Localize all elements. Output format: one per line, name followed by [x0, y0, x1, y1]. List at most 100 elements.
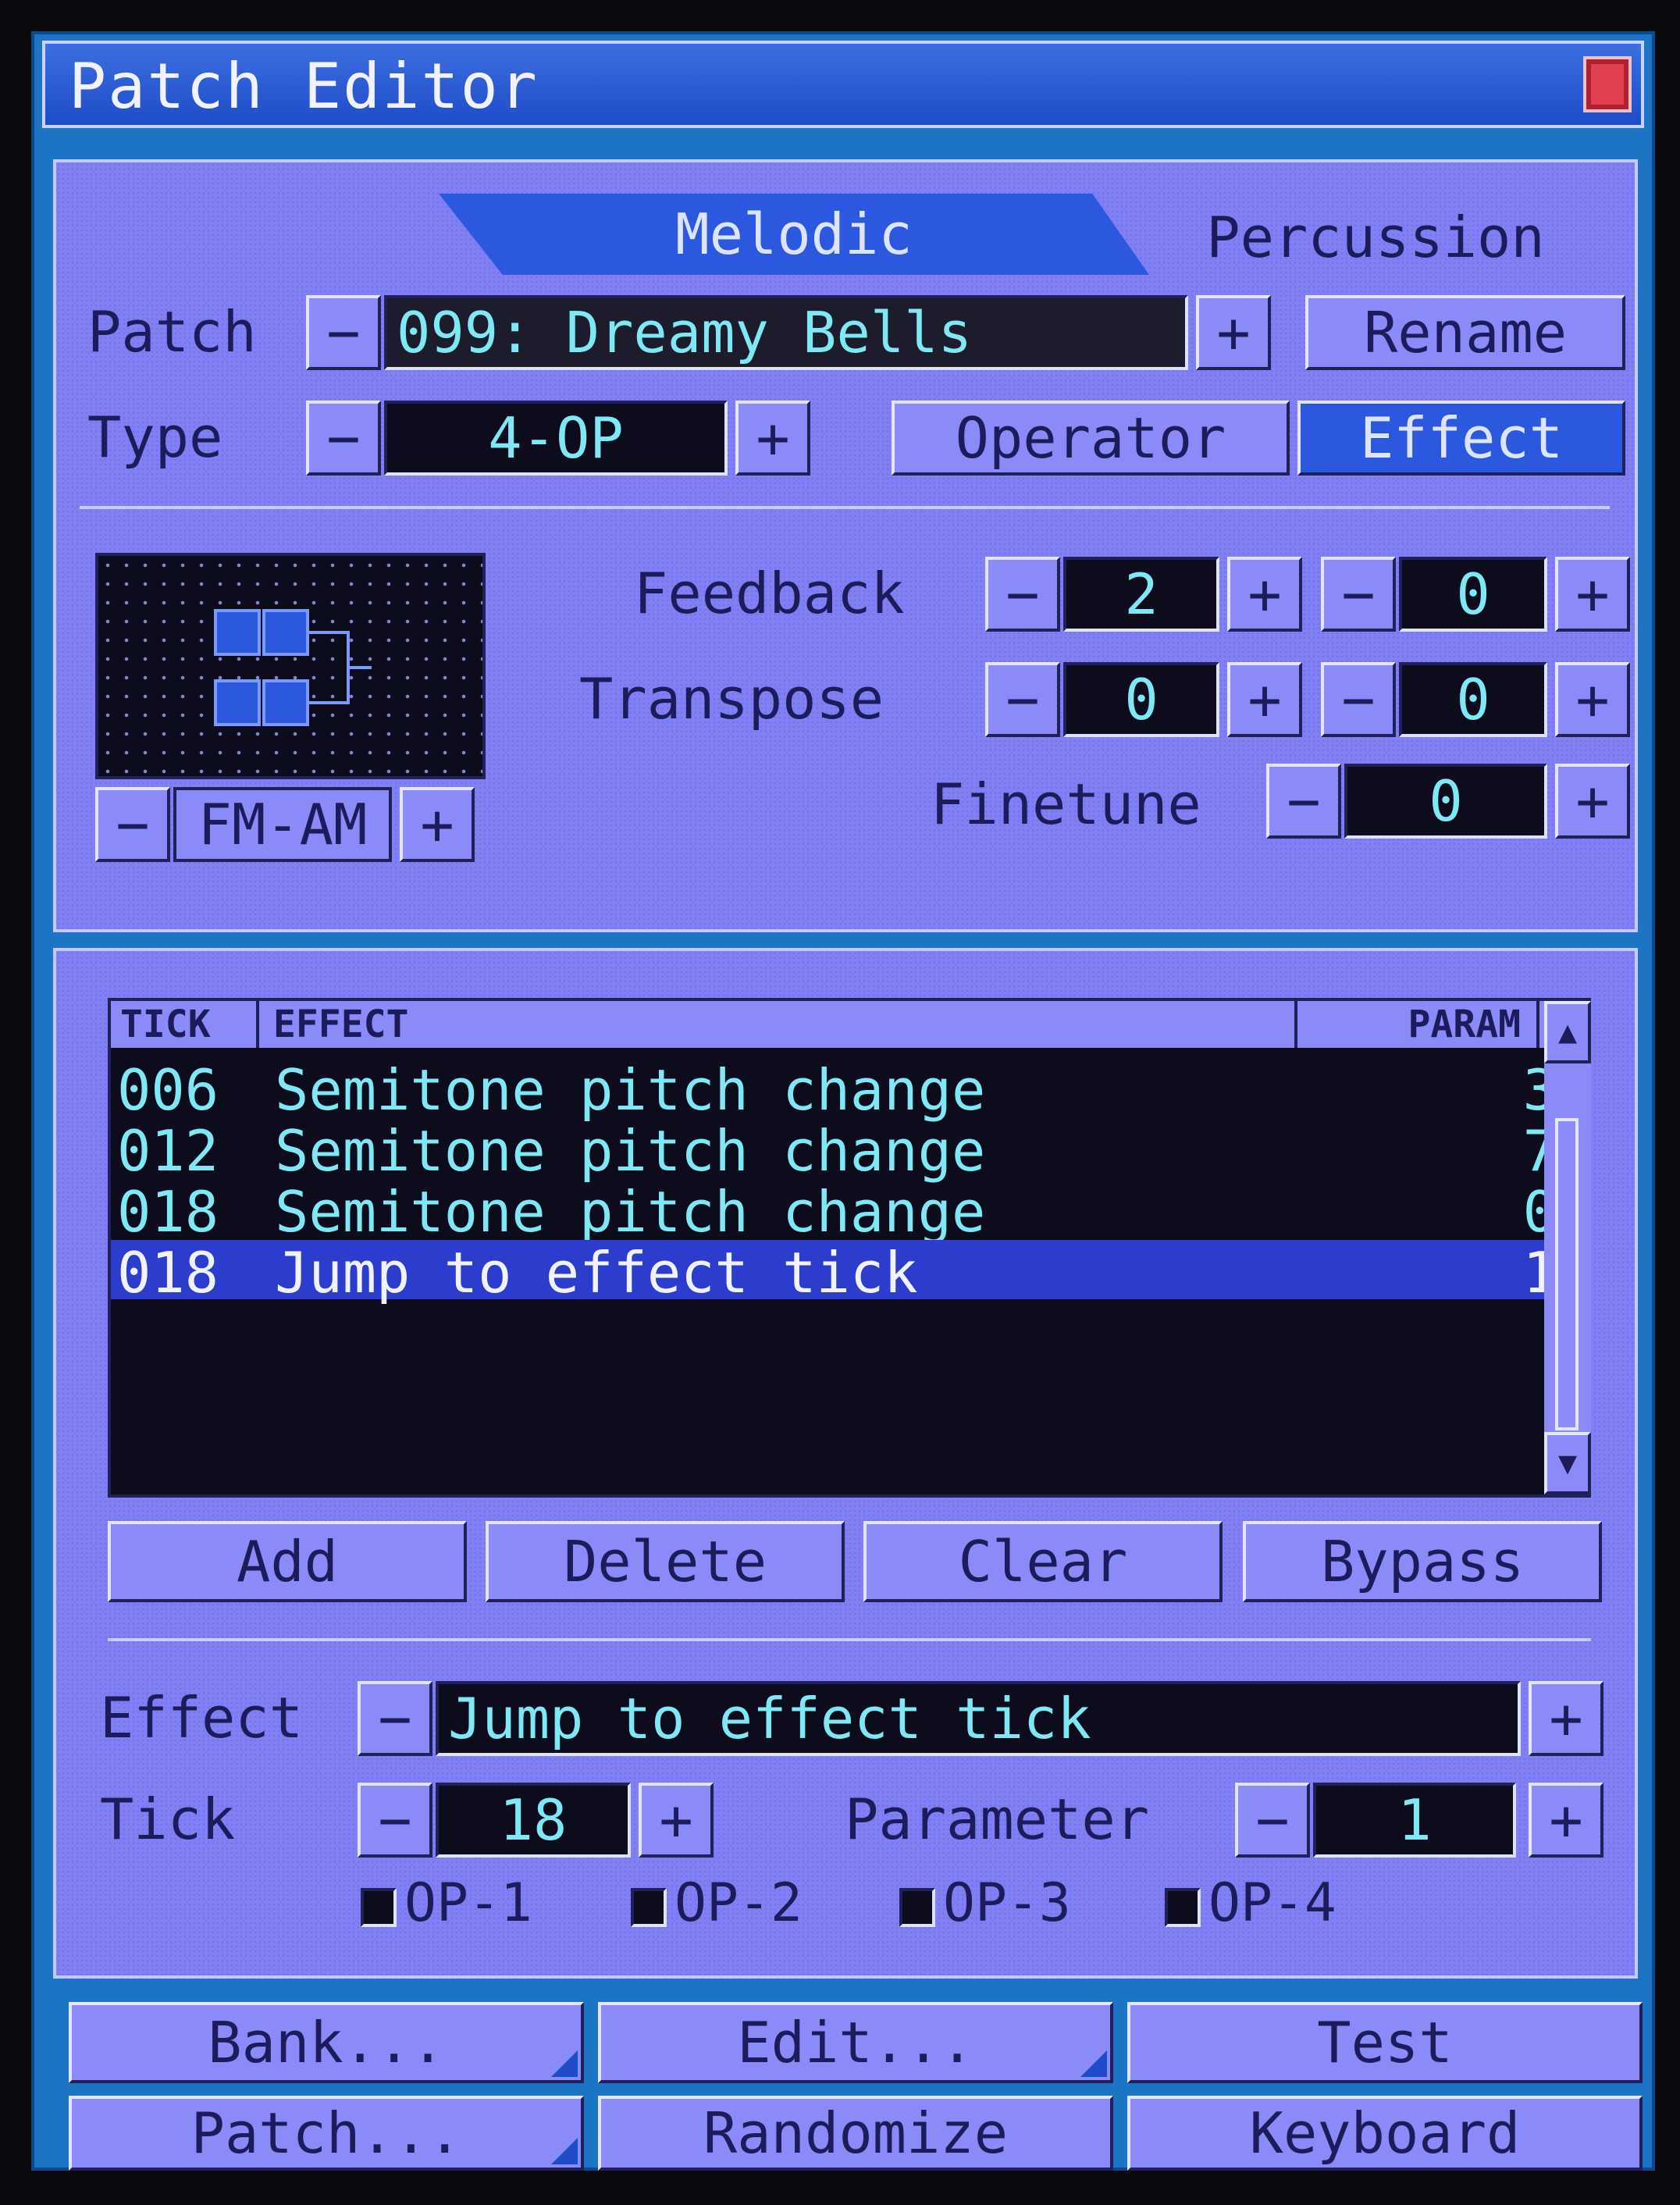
feedback1-field: 2: [1063, 557, 1219, 632]
effects-panel: TICK EFFECT PARAM 006 Semitone pitch chan…: [53, 948, 1638, 1979]
divider: [80, 506, 1610, 509]
feedback1-increment-button[interactable]: +: [1227, 557, 1302, 632]
effect-row[interactable]: 018 Semitone pitch change 0: [111, 1179, 1563, 1245]
feedback2-field: 0: [1399, 557, 1547, 632]
tab-melodic-label: Melodic: [675, 201, 913, 267]
scroll-track[interactable]: [1555, 1118, 1579, 1430]
keyboard-button[interactable]: Keyboard: [1127, 2096, 1643, 2171]
tick-increment-button[interactable]: +: [639, 1783, 714, 1858]
column-header-param[interactable]: PARAM: [1297, 1001, 1539, 1048]
patch-name-field[interactable]: 099: Dreamy Bells: [384, 295, 1188, 370]
effects-list[interactable]: TICK EFFECT PARAM 006 Semitone pitch chan…: [108, 998, 1591, 1498]
row-effect: Semitone pitch change: [275, 1179, 986, 1245]
effect-decrement-button[interactable]: −: [358, 1681, 432, 1756]
effect-increment-button[interactable]: +: [1529, 1681, 1603, 1756]
column-header-tick[interactable]: TICK: [111, 1001, 259, 1048]
op1-checkbox[interactable]: [361, 1888, 397, 1927]
submenu-corner-icon: [1080, 2050, 1107, 2077]
patch-label: Patch: [87, 299, 257, 365]
divider: [108, 1638, 1591, 1641]
tick-field: 18: [436, 1783, 631, 1858]
tab-percussion[interactable]: Percussion: [1118, 200, 1633, 275]
effect-button[interactable]: Effect: [1297, 401, 1625, 476]
op4-checkbox[interactable]: [1165, 1888, 1201, 1927]
transpose1-field: 0: [1063, 662, 1219, 737]
test-button[interactable]: Test: [1127, 2002, 1643, 2083]
effect-row-selected[interactable]: 018 Jump to effect tick 1: [111, 1240, 1563, 1306]
tick-decrement-button[interactable]: −: [358, 1783, 432, 1858]
type-increment-button[interactable]: +: [735, 401, 810, 476]
row-tick: 018: [117, 1240, 219, 1306]
feedback2-increment-button[interactable]: +: [1555, 557, 1630, 632]
row-tick: 018: [117, 1179, 219, 1245]
transpose2-field: 0: [1399, 662, 1547, 737]
feedback2-decrement-button[interactable]: −: [1321, 557, 1396, 632]
arrow-down-icon: ▼: [1557, 1445, 1578, 1481]
delete-button[interactable]: Delete: [486, 1521, 845, 1602]
bypass-button[interactable]: Bypass: [1243, 1521, 1602, 1602]
clear-button[interactable]: Clear: [863, 1521, 1223, 1602]
type-decrement-button[interactable]: −: [306, 401, 381, 476]
edit-label: Edit...: [737, 2010, 974, 2075]
add-button[interactable]: Add: [108, 1521, 467, 1602]
algorithm-display: [95, 553, 486, 779]
algorithm-value-field: FM-AM: [173, 787, 392, 862]
submenu-corner-icon: [551, 2138, 578, 2164]
effect-row[interactable]: 006 Semitone pitch change 3: [111, 1057, 1563, 1123]
op3-checkbox[interactable]: [899, 1888, 935, 1927]
title-bar[interactable]: Patch Editor: [42, 41, 1644, 128]
op1-label: OP-1: [404, 1872, 532, 1934]
op3-label: OP-3: [943, 1872, 1071, 1934]
transpose2-increment-button[interactable]: +: [1555, 662, 1630, 737]
patch-decrement-button[interactable]: −: [306, 295, 381, 370]
bank-label: Bank...: [208, 2010, 445, 2075]
rename-button[interactable]: Rename: [1305, 295, 1625, 370]
transpose-label: Transpose: [579, 666, 884, 732]
finetune-increment-button[interactable]: +: [1555, 764, 1630, 839]
patch-menu-label: Patch...: [190, 2100, 462, 2166]
tab-melodic[interactable]: Melodic: [439, 194, 1149, 275]
finetune-field: 0: [1344, 764, 1547, 839]
row-tick: 006: [117, 1057, 219, 1123]
patch-increment-button[interactable]: +: [1196, 295, 1271, 370]
op2-checkbox[interactable]: [631, 1888, 667, 1927]
effect-row[interactable]: 012 Semitone pitch change 7: [111, 1118, 1563, 1184]
column-header-effect[interactable]: EFFECT: [259, 1001, 1297, 1048]
feedback-label: Feedback: [634, 561, 905, 626]
edit-menu-button[interactable]: Edit...: [598, 2002, 1113, 2083]
list-scrollbar[interactable]: ▲ ▼: [1544, 1001, 1591, 1494]
algorithm-decrement-button[interactable]: −: [95, 787, 170, 862]
parameter-increment-button[interactable]: +: [1529, 1783, 1603, 1858]
type-value-field: 4-OP: [384, 401, 728, 476]
finetune-decrement-button[interactable]: −: [1266, 764, 1341, 839]
algorithm-increment-button[interactable]: +: [400, 787, 475, 862]
parameter-field: 1: [1313, 1783, 1516, 1858]
transpose2-decrement-button[interactable]: −: [1321, 662, 1396, 737]
tab-percussion-label: Percussion: [1206, 205, 1545, 270]
parameter-label: Parameter: [845, 1786, 1150, 1852]
randomize-button[interactable]: Randomize: [598, 2096, 1113, 2171]
patch-editor-window: Patch Editor Melodic Percussion Patch − …: [31, 31, 1655, 2171]
transpose1-increment-button[interactable]: +: [1227, 662, 1302, 737]
finetune-label: Finetune: [931, 771, 1201, 837]
close-button[interactable]: [1583, 56, 1632, 112]
window-title: Patch Editor: [69, 50, 539, 123]
transpose1-decrement-button[interactable]: −: [985, 662, 1060, 737]
effect-name-field[interactable]: Jump to effect tick: [436, 1681, 1521, 1756]
arrow-up-icon: ▲: [1557, 1014, 1578, 1050]
patch-menu-button[interactable]: Patch...: [69, 2096, 584, 2171]
patch-settings-panel: Melodic Percussion Patch − 099: Dreamy B…: [53, 159, 1638, 932]
tick-label: Tick: [100, 1786, 236, 1852]
type-label: Type: [87, 404, 223, 470]
op2-label: OP-2: [674, 1872, 803, 1934]
scroll-up-button[interactable]: ▲: [1544, 1001, 1591, 1063]
effects-list-header: TICK EFFECT PARAM: [111, 1001, 1588, 1048]
parameter-decrement-button[interactable]: −: [1235, 1783, 1310, 1858]
bank-menu-button[interactable]: Bank...: [69, 2002, 584, 2083]
feedback1-decrement-button[interactable]: −: [985, 557, 1060, 632]
effect-label: Effect: [100, 1685, 304, 1751]
submenu-corner-icon: [551, 2050, 578, 2077]
operator-button[interactable]: Operator: [892, 401, 1290, 476]
row-effect: Semitone pitch change: [275, 1118, 986, 1184]
scroll-down-button[interactable]: ▼: [1544, 1432, 1591, 1494]
